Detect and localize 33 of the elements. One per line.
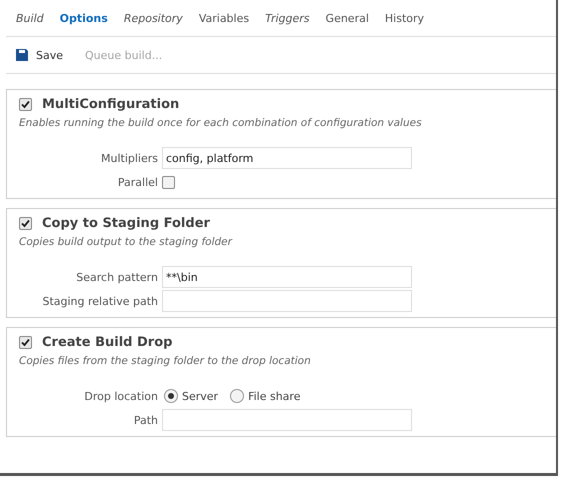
- tab[interactable]: Build: [10, 12, 50, 24]
- section-title: Create Build Drop: [42, 335, 172, 350]
- tab[interactable]: Repository: [118, 12, 189, 24]
- field-label: Parallel: [116, 176, 158, 188]
- tab[interactable]: Triggers: [259, 12, 316, 24]
- input-field[interactable]: config, platform: [162, 147, 412, 169]
- field-label: Search pattern: [75, 270, 158, 284]
- section-description: Enables running the build once for each combination of configuration values: [19, 117, 423, 129]
- tab[interactable]: Variables: [192, 12, 256, 24]
- section-description: Copies build output to the staging folder: [19, 236, 234, 248]
- section-description: Copies files from the staging folder to the drop location: [19, 355, 312, 367]
- save-icon: [16, 49, 28, 61]
- input-field[interactable]: [162, 290, 412, 312]
- checkbox[interactable]: [162, 176, 175, 188]
- radio-button[interactable]: [230, 389, 244, 403]
- tab[interactable]: General: [320, 12, 375, 24]
- field-label: Multipliers: [100, 152, 158, 164]
- field-label: Staging relative path: [41, 294, 158, 308]
- tab[interactable]: History: [378, 12, 430, 24]
- save-button[interactable]: Save: [16, 48, 64, 62]
- input-field[interactable]: [162, 409, 412, 431]
- input-field[interactable]: **\bin: [162, 266, 412, 288]
- section-checkbox[interactable]: [19, 98, 32, 111]
- section-title: Copy to Staging Folder: [42, 216, 210, 231]
- field-label: Path: [132, 414, 158, 426]
- radio-button[interactable]: [164, 389, 178, 403]
- section-title: MultiConfiguration: [42, 97, 180, 112]
- radio-label: Server: [182, 390, 218, 402]
- radio-label: File share: [248, 390, 300, 402]
- field-label: Drop location: [83, 390, 158, 402]
- section-checkbox[interactable]: [19, 336, 32, 349]
- section-checkbox[interactable]: [19, 217, 32, 230]
- tab[interactable]: Options: [54, 12, 114, 24]
